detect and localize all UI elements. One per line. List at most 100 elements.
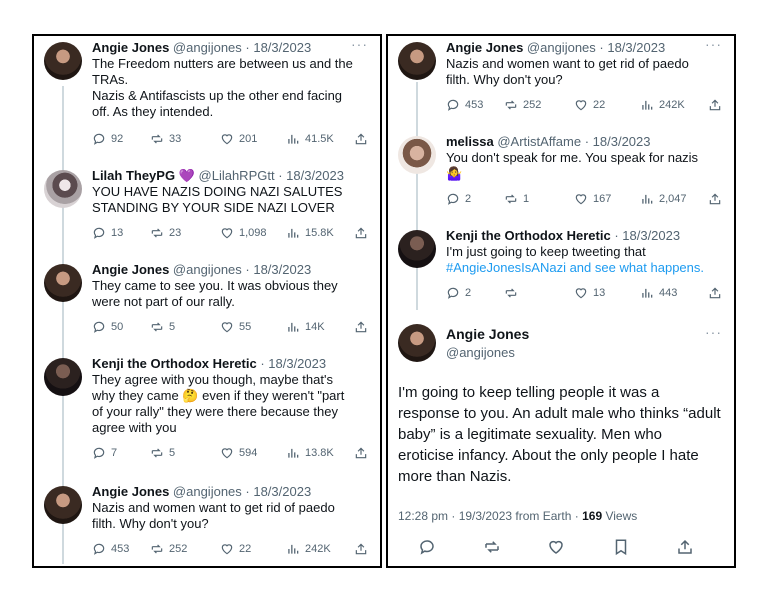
author-handle[interactable]: @angijones <box>173 484 242 499</box>
share-button[interactable] <box>354 132 368 146</box>
reply-button[interactable]: 453 <box>92 542 129 556</box>
more-options-icon[interactable]: ··· <box>705 36 722 52</box>
left-thread-panel: Angie Jones @angijones · 18/3/2023 ··· T… <box>32 34 382 568</box>
reply-button[interactable]: 7 <box>92 446 117 460</box>
reply-button[interactable]: 453 <box>446 98 483 112</box>
hashtag-line[interactable]: #AngieJonesIsANazi and see what happens. <box>446 260 722 276</box>
avatar[interactable] <box>44 264 82 302</box>
tweet-date[interactable]: · 18/3/2023 <box>245 484 311 499</box>
retweet-button[interactable]: 23 <box>150 226 181 240</box>
main-tweet-timestamp[interactable]: 12:28 pm · 19/3/2023 from Earth · <box>398 509 582 523</box>
retweet-icon[interactable] <box>483 538 501 556</box>
tweet-date[interactable]: · 18/3/2023 <box>585 134 651 149</box>
tweet-date[interactable]: · 18/3/2023 <box>599 40 665 55</box>
author-handle[interactable]: @LilahRPGtt <box>199 168 275 183</box>
avatar[interactable] <box>398 230 436 268</box>
author-name[interactable]: Angie Jones <box>92 262 169 277</box>
reply-button[interactable]: 50 <box>92 320 123 334</box>
like-button[interactable]: 167 <box>574 192 611 206</box>
views-button[interactable]: 242K <box>286 542 331 556</box>
avatar[interactable] <box>44 170 82 208</box>
avatar[interactable] <box>44 486 82 524</box>
tweet-header: Angie Jones @angijones · 18/3/2023 <box>92 262 372 278</box>
tweet-date[interactable]: · 18/3/2023 <box>614 228 680 243</box>
views-button[interactable]: 41.5K <box>286 132 334 146</box>
views-button[interactable]: 14K <box>286 320 325 334</box>
main-tweet-author-handle[interactable]: @angijones <box>446 345 515 360</box>
tweet-date[interactable]: · 18/3/2023 <box>278 168 344 183</box>
retweet-button[interactable]: 252 <box>150 542 187 556</box>
views-button[interactable]: 443 <box>640 286 677 300</box>
views-icon <box>640 98 654 112</box>
retweet-button[interactable]: 252 <box>504 98 541 112</box>
like-button[interactable]: 13 <box>574 286 605 300</box>
tweet-date[interactable]: · 18/3/2023 <box>245 40 311 55</box>
like-button[interactable]: 201 <box>220 132 257 146</box>
views-button[interactable]: 2,047 <box>640 192 687 206</box>
tweet-text: They came to see you. It was obvious the… <box>92 278 368 310</box>
share-button[interactable] <box>354 320 368 334</box>
share-button[interactable] <box>708 192 722 206</box>
reply-count: 7 <box>111 447 118 459</box>
author-handle[interactable]: @angijones <box>527 40 596 55</box>
tweet-text-line: agree with you <box>92 420 177 435</box>
author-name[interactable]: Angie Jones <box>92 484 169 499</box>
reply-icon[interactable] <box>418 538 436 556</box>
more-options-icon[interactable]: ··· <box>351 36 368 52</box>
retweet-button[interactable] <box>504 286 523 300</box>
like-button[interactable]: 1,098 <box>220 226 267 240</box>
avatar[interactable] <box>44 42 82 80</box>
like-button[interactable]: 22 <box>574 98 605 112</box>
share-button[interactable] <box>354 226 368 240</box>
main-tweet-avatar[interactable] <box>398 324 436 362</box>
author-handle[interactable]: @angijones <box>173 40 242 55</box>
reply-button[interactable]: 2 <box>446 286 471 300</box>
share-button[interactable] <box>354 446 368 460</box>
author-handle[interactable]: @ArtistAffame <box>497 134 581 149</box>
reply-count: 13 <box>111 227 124 239</box>
share-button[interactable] <box>708 98 722 112</box>
avatar[interactable] <box>398 136 436 174</box>
tweet-date[interactable]: · 18/3/2023 <box>260 356 326 371</box>
reply-button[interactable]: 2 <box>446 192 471 206</box>
retweet-icon <box>150 226 164 240</box>
author-name[interactable]: Kenji the Orthodox Heretic <box>92 356 257 371</box>
retweet-button[interactable]: 5 <box>150 446 175 460</box>
views-button[interactable]: 242K <box>640 98 685 112</box>
avatar[interactable] <box>44 358 82 396</box>
like-button[interactable]: 55 <box>220 320 251 334</box>
like-icon <box>220 226 234 240</box>
author-name[interactable]: Angie Jones <box>446 40 523 55</box>
retweet-button[interactable]: 5 <box>150 320 175 334</box>
views-button[interactable]: 13.8K <box>286 446 334 460</box>
tweet-header: Lilah TheyPG 💜 @LilahRPGtt · 18/3/2023 <box>92 168 372 184</box>
share-icon <box>354 446 368 460</box>
author-name[interactable]: Kenji the Orthodox Heretic <box>446 228 611 243</box>
like-button[interactable]: 594 <box>220 446 257 460</box>
reply-icon <box>92 542 106 556</box>
views-button[interactable]: 15.8K <box>286 226 334 240</box>
reply-button[interactable]: 13 <box>92 226 123 240</box>
like-icon[interactable] <box>547 538 565 556</box>
tweet-text-line: You don't speak for me. You speak for na… <box>446 150 699 165</box>
view-count: 41.5K <box>305 133 334 145</box>
author-name[interactable]: Angie Jones <box>92 40 169 55</box>
author-handle[interactable]: @angijones <box>173 262 242 277</box>
tweet-date[interactable]: · 18/3/2023 <box>245 262 311 277</box>
retweet-button[interactable]: 1 <box>504 192 529 206</box>
share-icon[interactable] <box>676 538 694 556</box>
author-name[interactable]: melissa <box>446 134 494 149</box>
retweet-button[interactable]: 33 <box>150 132 181 146</box>
main-tweet-author-name[interactable]: Angie Jones <box>446 326 529 342</box>
view-count: 242K <box>659 99 685 111</box>
tweet-text-line: Nazis & Antifascists up the other end fa… <box>92 88 343 103</box>
view-count: 443 <box>659 287 678 299</box>
reply-button[interactable]: 92 <box>92 132 123 146</box>
share-button[interactable] <box>708 286 722 300</box>
bookmark-icon[interactable] <box>612 538 630 556</box>
share-button[interactable] <box>354 542 368 556</box>
avatar[interactable] <box>398 42 436 80</box>
like-button[interactable]: 22 <box>220 542 251 556</box>
author-name[interactable]: Lilah TheyPG <box>92 168 175 183</box>
more-options-icon[interactable]: ··· <box>705 324 722 340</box>
